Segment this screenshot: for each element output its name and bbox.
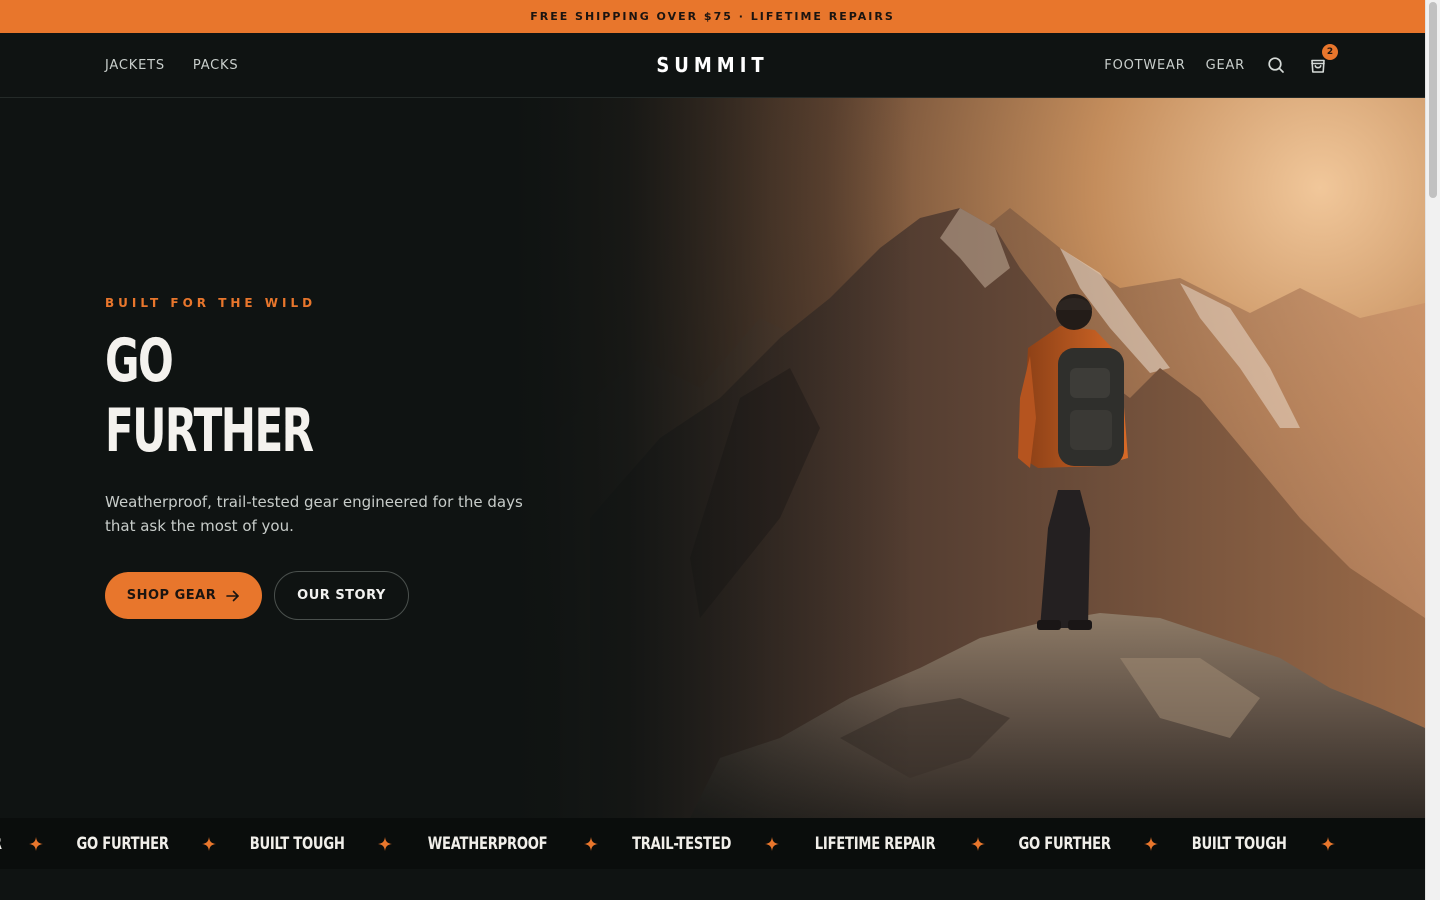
nav-link-packs[interactable]: PACKS — [193, 58, 239, 73]
next-section-edge — [0, 869, 1425, 900]
nav-link-jackets[interactable]: JACKETS — [105, 58, 165, 73]
marquee-item: LIFETIME REPAIR — [814, 833, 936, 854]
arrow-right-icon — [226, 590, 240, 601]
logo[interactable]: SUMMIT — [656, 53, 768, 77]
page-scrollbar[interactable] — [1425, 0, 1440, 900]
star-icon — [28, 836, 43, 851]
marquee-item: IR — [0, 834, 2, 854]
marquee-item: TRAIL-TESTED — [631, 833, 731, 854]
cart-button[interactable]: 2 — [1307, 44, 1338, 76]
star-icon — [583, 836, 598, 851]
search-icon[interactable] — [1265, 54, 1287, 76]
our-story-label: OUR STORY — [297, 588, 386, 603]
hero-eyebrow: BUILT FOR THE WILD — [105, 296, 317, 310]
hero-headline: GO FURTHER — [105, 326, 371, 466]
shopping-bag-icon — [1311, 59, 1325, 73]
marquee-item: GO FURTHER — [76, 833, 169, 854]
star-icon — [378, 836, 393, 851]
star-icon — [970, 836, 985, 851]
announcement-bar: FREE SHIPPING OVER $75 · LIFETIME REPAIR… — [0, 0, 1425, 33]
hero-subcopy: Weatherproof, trail-tested gear engineer… — [105, 493, 523, 535]
marquee-track: IR GO FURTHER BUILT TOUGH WEATHERPROOF TRAIL… — [0, 818, 1361, 869]
star-icon — [1320, 836, 1335, 851]
hero-section: BUILT FOR THE WILD GO FURTHER Weatherpro… — [0, 98, 1425, 818]
announcement-text: FREE SHIPPING OVER $75 · LIFETIME REPAIR… — [530, 10, 895, 23]
star-icon — [1144, 836, 1159, 851]
hero-cta-row: SHOP GEAR OUR STORY — [105, 571, 409, 620]
nav-left: JACKETS PACKS — [105, 33, 238, 97]
marquee-strip: IR GO FURTHER BUILT TOUGH WEATHERPROOF TRAIL… — [0, 818, 1425, 869]
scrollbar-thumb[interactable] — [1429, 2, 1437, 198]
our-story-button[interactable]: OUR STORY — [274, 571, 409, 620]
shop-gear-label: SHOP GEAR — [126, 588, 217, 603]
nav-right: FOOTWEAR GEAR 2 — [1104, 33, 1338, 97]
page: FREE SHIPPING OVER $75 · LIFETIME REPAIR… — [0, 0, 1425, 900]
marquee-item: BUILT TOUGH — [1191, 833, 1287, 854]
headline-line-1: GO — [105, 326, 174, 396]
star-icon — [202, 836, 217, 851]
nav-link-footwear[interactable]: FOOTWEAR — [1104, 58, 1185, 73]
marquee-item: GO FURTHER — [1018, 833, 1111, 854]
headline-line-2: FURTHER — [105, 396, 314, 466]
hero-content: BUILT FOR THE WILD GO FURTHER Weatherpro… — [105, 98, 565, 818]
cart-count-badge: 2 — [1322, 44, 1338, 60]
marquee-item: BUILT TOUGH — [249, 833, 345, 854]
nav-link-gear[interactable]: GEAR — [1206, 58, 1245, 73]
shop-gear-button[interactable]: SHOP GEAR — [105, 572, 262, 619]
star-icon — [764, 836, 779, 851]
marquee-item: WEATHERPROOF — [428, 833, 548, 854]
site-header: JACKETS PACKS SUMMIT FOOTWEAR GEAR 2 — [0, 33, 1425, 98]
